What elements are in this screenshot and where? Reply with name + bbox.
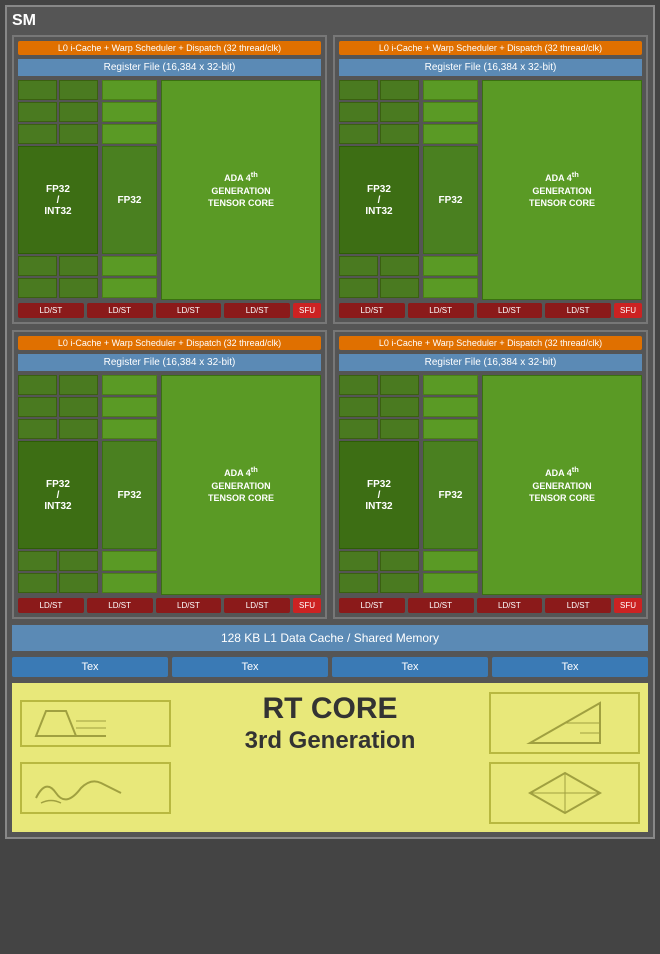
- col-fp32-int-4: FP32/INT32: [339, 375, 419, 595]
- rt-core-label-block: RT CORE 3rd Generation: [179, 691, 481, 756]
- tex-box-3: Tex: [332, 657, 488, 677]
- quadrants-grid: L0 i-Cache + Warp Scheduler + Dispatch (…: [12, 35, 648, 619]
- rt-core-bottom-row: [20, 762, 640, 824]
- l0-bar-2: L0 i-Cache + Warp Scheduler + Dispatch (…: [339, 41, 642, 55]
- cores-area-4: FP32/INT32 FP32 ADA 4thGENERATIONTENSOR …: [339, 375, 642, 595]
- ldst-box-4-3: LD/ST: [477, 598, 543, 613]
- ldst-box-2-3: LD/ST: [477, 303, 543, 318]
- trapezoid-icon: [26, 706, 165, 741]
- col-tensor-1: ADA 4thGENERATIONTENSOR CORE: [161, 80, 321, 300]
- col-fp32-int-2: FP32/INT32: [339, 80, 419, 300]
- rt-center-bottom-space: [179, 762, 481, 824]
- fp32-int32-label-2: FP32/INT32: [339, 146, 419, 254]
- rt-right-shape-top: [489, 692, 640, 754]
- tex-box-2: Tex: [172, 657, 328, 677]
- diamond-icon: [525, 768, 605, 818]
- fp32-label-4: FP32: [423, 441, 478, 549]
- cores-area-2: FP32/INT32 FP32 ADA 4thGENERATIONTENSOR …: [339, 80, 642, 300]
- fp32-label-1: FP32: [102, 146, 157, 254]
- ldst-box-1-3: LD/ST: [156, 303, 222, 318]
- reg-file-bar-4: Register File (16,384 x 32-bit): [339, 354, 642, 371]
- rt-left-shapes: [20, 700, 171, 747]
- ldst-sfu-row-1: LD/ST LD/ST LD/ST LD/ST SFU: [18, 303, 321, 318]
- triangle-icon: [525, 698, 605, 748]
- l0-bar-4: L0 i-Cache + Warp Scheduler + Dispatch (…: [339, 336, 642, 350]
- ldst-box-4-2: LD/ST: [408, 598, 474, 613]
- ldst-box-2-4: LD/ST: [545, 303, 611, 318]
- cores-area-3: FP32/INT32 FP32 ADA 4thGENERATIONTENSOR …: [18, 375, 321, 595]
- col-fp32-1: FP32: [102, 80, 157, 300]
- col-tensor-4: ADA 4thGENERATIONTENSOR CORE: [482, 375, 642, 595]
- ldst-box-2-2: LD/ST: [408, 303, 474, 318]
- col-fp32-2: FP32: [423, 80, 478, 300]
- quadrant-4: L0 i-Cache + Warp Scheduler + Dispatch (…: [333, 330, 648, 619]
- ldst-box-4-1: LD/ST: [339, 598, 405, 613]
- ldst-sfu-row-2: LD/ST LD/ST LD/ST LD/ST SFU: [339, 303, 642, 318]
- sm-title: SM: [12, 12, 648, 30]
- col-fp32-int-1: FP32/INT32: [18, 80, 98, 300]
- ldst-box-3-4: LD/ST: [224, 598, 290, 613]
- tensor-label-3: ADA 4thGENERATIONTENSOR CORE: [208, 465, 274, 505]
- l1-cache-bar: 128 KB L1 Data Cache / Shared Memory: [12, 625, 648, 651]
- tensor-label-2: ADA 4thGENERATIONTENSOR CORE: [529, 170, 595, 210]
- ldst-box-3-3: LD/ST: [156, 598, 222, 613]
- ldst-sfu-row-4: LD/ST LD/ST LD/ST LD/ST SFU: [339, 598, 642, 613]
- rt-core-area: RT CORE 3rd Generation: [12, 683, 648, 832]
- cores-area-1: FP32/INT32 FP32 ADA 4thGENERATIONTENSOR …: [18, 80, 321, 300]
- col-fp32-3: FP32: [102, 375, 157, 595]
- col-tensor-3: ADA 4thGENERATIONTENSOR CORE: [161, 375, 321, 595]
- ldst-box-2-1: LD/ST: [339, 303, 405, 318]
- rt-left-bottom-shape: [20, 762, 171, 824]
- fp32-int32-label-1: FP32/INT32: [18, 146, 98, 254]
- quadrant-2: L0 i-Cache + Warp Scheduler + Dispatch (…: [333, 35, 648, 324]
- rt-core-title-line1: RT CORE: [179, 691, 481, 727]
- rt-signature-box: [20, 762, 171, 814]
- ldst-box-1-2: LD/ST: [87, 303, 153, 318]
- rt-core-title-line2: 3rd Generation: [179, 727, 481, 756]
- col-tensor-2: ADA 4thGENERATIONTENSOR CORE: [482, 80, 642, 300]
- quadrant-3: L0 i-Cache + Warp Scheduler + Dispatch (…: [12, 330, 327, 619]
- rt-right-shapes: [489, 692, 640, 754]
- reg-file-bar-1: Register File (16,384 x 32-bit): [18, 59, 321, 76]
- ldst-box-4-4: LD/ST: [545, 598, 611, 613]
- ldst-box-3-2: LD/ST: [87, 598, 153, 613]
- sfu-box-2: SFU: [614, 303, 642, 318]
- tex-box-1: Tex: [12, 657, 168, 677]
- col-fp32-4: FP32: [423, 375, 478, 595]
- fp32-label-3: FP32: [102, 441, 157, 549]
- reg-file-bar-2: Register File (16,384 x 32-bit): [339, 59, 642, 76]
- reg-file-bar-3: Register File (16,384 x 32-bit): [18, 354, 321, 371]
- sm-container: SM L0 i-Cache + Warp Scheduler + Dispatc…: [5, 5, 655, 839]
- sfu-box-1: SFU: [293, 303, 321, 318]
- fp32-int32-label-4: FP32/INT32: [339, 441, 419, 549]
- tex-row: Tex Tex Tex Tex: [12, 657, 648, 677]
- rt-right-bottom-shape: [489, 762, 640, 824]
- l0-bar-3: L0 i-Cache + Warp Scheduler + Dispatch (…: [18, 336, 321, 350]
- rt-diamond-box: [489, 762, 640, 824]
- fp32-int32-label-3: FP32/INT32: [18, 441, 98, 549]
- tex-box-4: Tex: [492, 657, 648, 677]
- rt-left-shape-top: [20, 700, 171, 747]
- col-fp32-int-3: FP32/INT32: [18, 375, 98, 595]
- rt-core-top-row: RT CORE 3rd Generation: [20, 691, 640, 756]
- ldst-box-1-1: LD/ST: [18, 303, 84, 318]
- fp32-label-2: FP32: [423, 146, 478, 254]
- ldst-sfu-row-3: LD/ST LD/ST LD/ST LD/ST SFU: [18, 598, 321, 613]
- tensor-label-4: ADA 4thGENERATIONTENSOR CORE: [529, 465, 595, 505]
- sfu-box-4: SFU: [614, 598, 642, 613]
- quadrant-1: L0 i-Cache + Warp Scheduler + Dispatch (…: [12, 35, 327, 324]
- ldst-box-1-4: LD/ST: [224, 303, 290, 318]
- sfu-box-3: SFU: [293, 598, 321, 613]
- ldst-box-3-1: LD/ST: [18, 598, 84, 613]
- tensor-label-1: ADA 4thGENERATIONTENSOR CORE: [208, 170, 274, 210]
- signature-icon: [26, 768, 165, 808]
- l0-bar-1: L0 i-Cache + Warp Scheduler + Dispatch (…: [18, 41, 321, 55]
